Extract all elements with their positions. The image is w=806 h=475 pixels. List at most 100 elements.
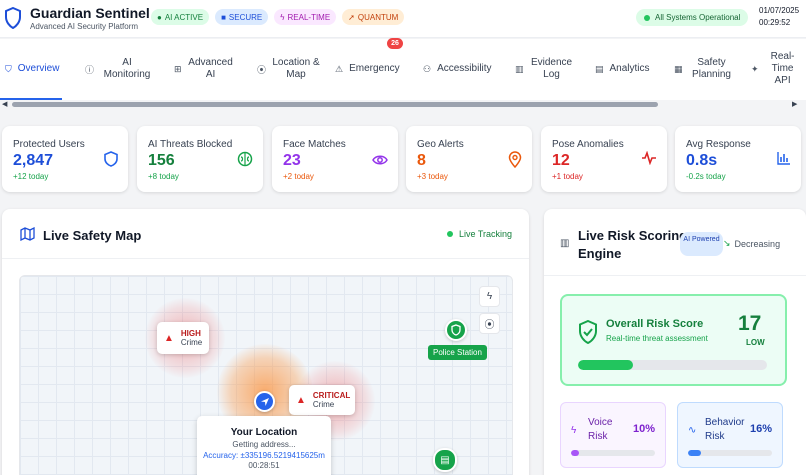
system-status-badge: All Systems Operational bbox=[636, 9, 749, 26]
app-header: Guardian Sentinel Advanced AI Security P… bbox=[0, 0, 806, 38]
siren-icon: ▲ bbox=[164, 332, 174, 344]
shield-logo-icon bbox=[5, 7, 21, 29]
stat-change: +2 today bbox=[283, 172, 314, 181]
tab-accessibility[interactable]: ⚇ Accessibility bbox=[423, 53, 492, 85]
ai-active-badge: ● AI ACTIVE bbox=[151, 9, 210, 25]
alert-level: CRITICAL bbox=[312, 391, 351, 400]
police-station-marker[interactable] bbox=[445, 319, 467, 341]
bar-chart-icon bbox=[777, 152, 790, 165]
tab-safety-planning[interactable]: ▦ Safety Planning bbox=[674, 53, 735, 85]
sparkle-icon: ✦ bbox=[751, 63, 759, 74]
behavior-risk-value: 16% bbox=[749, 423, 772, 435]
tab-analytics[interactable]: ▤ Analytics bbox=[595, 53, 650, 85]
map-locate-button[interactable]: ⦿ bbox=[479, 313, 500, 334]
stat-change: +8 today bbox=[148, 172, 179, 181]
lock-icon: ■ bbox=[221, 12, 226, 22]
overall-risk-card: Overall Risk Score Real-time threat asse… bbox=[560, 294, 787, 386]
scroll-thumb[interactable] bbox=[12, 102, 658, 107]
popup-accuracy: Accuracy: ±335196.5219415625m bbox=[203, 451, 325, 460]
stat-value: 0.8s bbox=[686, 152, 718, 169]
map-title: Live Safety Map bbox=[43, 228, 142, 243]
trending-down-icon: ↘ bbox=[723, 238, 731, 248]
alert-type: Crime bbox=[312, 400, 335, 409]
eye-icon bbox=[372, 155, 388, 165]
tab-overview[interactable]: ⛉ Overview bbox=[5, 53, 59, 85]
tab-scrollbar[interactable]: ◀ ▶ bbox=[0, 100, 806, 109]
bar-chart-icon: ▥ bbox=[515, 63, 524, 74]
overall-risk-title: Overall Risk Score bbox=[606, 318, 704, 330]
overall-risk-bar-fill bbox=[578, 360, 633, 370]
rocket-icon: ➚ bbox=[348, 12, 355, 22]
stat-title: Protected Users bbox=[13, 139, 85, 150]
activity-icon: ∿ bbox=[688, 425, 697, 436]
users-icon: ⚇ bbox=[423, 63, 432, 74]
bar-chart-icon: ▥ bbox=[560, 238, 570, 249]
behavior-risk-bar bbox=[688, 450, 772, 456]
stat-value: 2,847 bbox=[13, 152, 54, 169]
voice-risk-label: Voice Risk bbox=[588, 417, 613, 442]
overall-risk-level: LOW bbox=[746, 338, 765, 347]
map-lightning-button[interactable]: ϟ bbox=[479, 286, 500, 307]
tab-emergency[interactable]: ⚠ Emergency bbox=[335, 53, 400, 85]
shield-icon: ⛉ bbox=[5, 63, 12, 74]
tab-evidence-log[interactable]: ▥ Evidence Log bbox=[515, 53, 574, 85]
alert-marker-critical[interactable]: ▲ CRITICAL Crime bbox=[289, 385, 355, 415]
alert-marker-high[interactable]: ▲ HIGH Crime bbox=[157, 322, 209, 354]
stat-card-avg-response: Avg Response 0.8s -0.2s today bbox=[675, 126, 801, 192]
stat-card-protected-users: Protected Users 2,847 +12 today bbox=[2, 126, 128, 192]
behavior-risk-label: Behavior Risk bbox=[705, 417, 745, 442]
location-popup: Your Location Getting address... Accurac… bbox=[197, 416, 331, 475]
stat-change: +3 today bbox=[417, 172, 448, 181]
your-location-marker[interactable] bbox=[254, 391, 275, 412]
map-pin-icon bbox=[508, 151, 522, 168]
alert-type: Crime bbox=[180, 338, 203, 347]
behavior-risk-card: ∿ Behavior Risk 16% bbox=[677, 402, 783, 468]
building-icon: ▤ bbox=[440, 454, 450, 466]
stat-card-face-matches: Face Matches 23 +2 today bbox=[272, 126, 398, 192]
behavior-risk-bar-fill bbox=[688, 450, 702, 456]
secure-badge: ■ SECURE bbox=[215, 9, 269, 25]
live-tracking-indicator: Live Tracking bbox=[447, 229, 512, 239]
tracking-dot bbox=[447, 231, 453, 237]
grid-icon: ⊞ bbox=[174, 63, 182, 74]
header-time: 00:29:52 bbox=[759, 18, 791, 27]
shield-icon bbox=[451, 324, 461, 336]
facility-marker[interactable]: ▤ bbox=[433, 448, 457, 472]
header-date: 01/07/2025 bbox=[759, 6, 800, 15]
emergency-count-badge: 26 bbox=[387, 38, 403, 49]
stat-change: -0.2s today bbox=[686, 172, 726, 181]
stat-card-ai-threats: AI Threats Blocked 156 +8 today bbox=[137, 126, 263, 192]
brain-icon bbox=[237, 151, 253, 167]
tab-advanced-ai[interactable]: ⊞ Advanced AI bbox=[174, 53, 234, 85]
tab-real-time-api[interactable]: ✦ Real-Time API bbox=[751, 51, 801, 86]
lightning-icon: ϟ bbox=[486, 291, 493, 302]
alert-level: HIGH bbox=[180, 329, 201, 338]
police-station-label: Police Station bbox=[428, 345, 487, 360]
stat-card-geo-alerts: Geo Alerts 8 +3 today bbox=[406, 126, 532, 192]
lightning-icon: ϟ bbox=[280, 12, 285, 22]
stat-change: +1 today bbox=[552, 172, 583, 181]
pin-icon: ⦿ bbox=[257, 64, 267, 75]
divider bbox=[2, 258, 529, 259]
popup-title: Your Location bbox=[230, 427, 298, 438]
tab-ai-monitoring[interactable]: ⓘ AI Monitoring bbox=[85, 53, 154, 85]
risk-scoring-panel: ▥ Live Risk Scoring Engine AI Powered ↘ … bbox=[544, 209, 806, 475]
risk-title: Live Risk Scoring Engine bbox=[578, 228, 688, 261]
overall-risk-subtitle: Real-time threat assessment bbox=[606, 334, 708, 343]
stat-change: +12 today bbox=[13, 172, 49, 181]
stat-title: Face Matches bbox=[283, 139, 346, 150]
tab-location-map[interactable]: ⦿ Location & Map bbox=[257, 53, 320, 85]
voice-risk-value: 10% bbox=[632, 423, 655, 435]
stat-value: 23 bbox=[283, 152, 301, 169]
popup-time: 00:28:51 bbox=[248, 461, 280, 470]
stat-title: Pose Anomalies bbox=[552, 139, 624, 150]
popup-address: Getting address... bbox=[232, 440, 296, 449]
map-icon bbox=[20, 227, 35, 241]
voice-risk-bar-fill bbox=[571, 450, 580, 456]
pin-icon: ⦿ bbox=[484, 320, 495, 331]
shield-check-icon bbox=[579, 320, 597, 344]
scroll-right-icon[interactable]: ▶ bbox=[792, 100, 797, 108]
scroll-left-icon[interactable]: ◀ bbox=[2, 100, 7, 108]
real-time-badge: ϟ REAL-TIME bbox=[274, 9, 337, 25]
pulse-icon bbox=[642, 151, 656, 165]
